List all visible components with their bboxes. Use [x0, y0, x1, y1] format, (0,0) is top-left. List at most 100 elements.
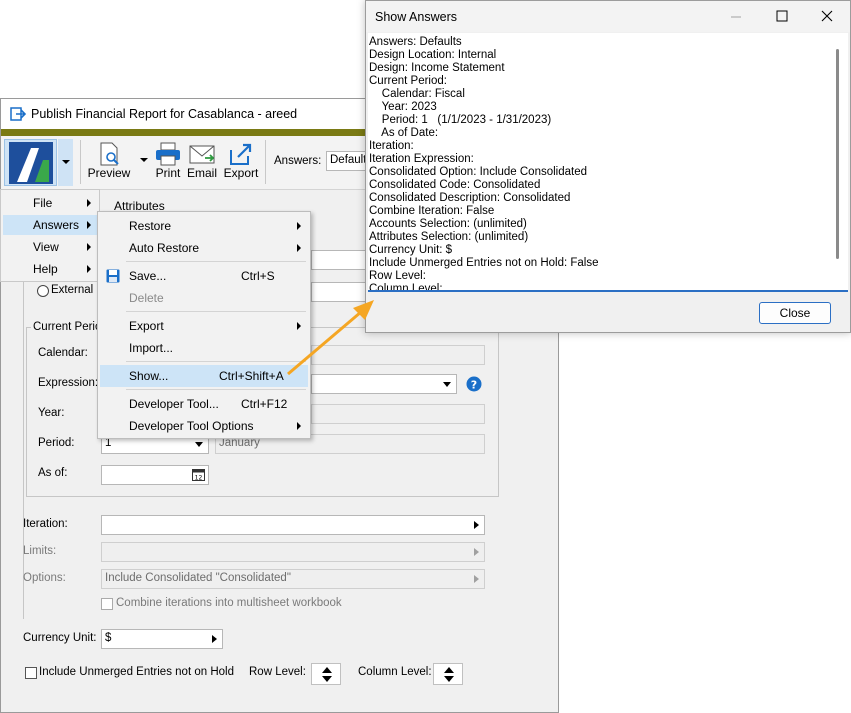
limits-label: Limits: — [23, 545, 57, 557]
menu-item-delete[interactable]: Delete — [100, 287, 308, 309]
menu-item-auto-restore[interactable]: Auto Restore — [100, 237, 308, 259]
answer-line: Consolidated Description: Consolidated — [369, 192, 571, 204]
year-field[interactable] — [311, 404, 485, 424]
svg-text:12: 12 — [195, 475, 203, 482]
currency-unit-field[interactable]: $ — [101, 629, 223, 649]
expression-select[interactable] — [311, 374, 457, 394]
combine-iterations-label: Combine iterations into multisheet workb… — [116, 597, 342, 609]
menu-item-restore[interactable]: Restore — [100, 215, 308, 237]
answer-line: Consolidated Code: Consolidated — [369, 179, 541, 191]
design-field[interactable] — [311, 282, 371, 302]
preview-icon — [100, 142, 119, 166]
app-logo-icon — [9, 142, 53, 184]
preview-label: Preview — [87, 166, 131, 180]
column-level-spinner[interactable] — [433, 663, 463, 685]
answers-scrollbar[interactable] — [836, 49, 839, 259]
menu-item-developer-tool[interactable]: Developer Tool... Ctrl+F12 — [100, 393, 308, 415]
answer-line: Attributes Selection: (unlimited) — [369, 231, 529, 243]
email-button[interactable]: Email — [186, 142, 218, 186]
chevron-down-icon — [62, 160, 70, 164]
print-button[interactable]: Print — [152, 142, 184, 186]
external-radio[interactable] — [37, 285, 49, 297]
developer-tool-shortcut: Ctrl+F12 — [241, 397, 288, 411]
close-icon[interactable] — [821, 10, 833, 22]
menu-item-import[interactable]: Import... — [100, 337, 308, 359]
menu-item-show[interactable]: Show... Ctrl+Shift+A — [100, 365, 308, 387]
as-of-date-field[interactable]: 12 — [101, 465, 209, 485]
options-value: Include Consolidated "Consolidated" — [105, 572, 291, 584]
app-menu-dropdown[interactable] — [58, 139, 73, 186]
answer-line: Iteration Expression: — [369, 153, 474, 165]
options-field[interactable]: Include Consolidated "Consolidated" — [101, 569, 485, 589]
as-of-label: As of: — [38, 467, 68, 479]
chevron-right-icon — [87, 221, 91, 229]
menu-item-save[interactable]: Save... Ctrl+S — [100, 265, 308, 287]
currency-unit-value: $ — [105, 632, 112, 644]
row-level-spinner[interactable] — [311, 663, 341, 685]
external-label: External — [51, 284, 94, 296]
currency-unit-label: Currency Unit: — [23, 632, 97, 644]
email-label: Email — [186, 166, 217, 180]
answer-line: Include Unmerged Entries not on Hold: Fa… — [369, 257, 599, 269]
answer-line: Accounts Selection: (unlimited) — [369, 218, 527, 230]
help-icon[interactable]: ? — [466, 376, 482, 392]
answer-line: Iteration: — [369, 140, 414, 152]
show-answers-dialog: Show Answers Answers: Defaults Design Loc… — [365, 0, 851, 333]
menu-item-help[interactable]: Help — [3, 259, 97, 279]
answer-line: Design: Income Statement — [369, 62, 505, 74]
answer-line: Currency Unit: $ — [369, 244, 453, 256]
export-label: Export — [223, 166, 259, 180]
print-icon — [156, 142, 180, 166]
answers-text-area[interactable]: Answers: Defaults Design Location: Intern… — [368, 33, 848, 292]
menu-item-developer-tool-options[interactable]: Developer Tool Options — [100, 415, 308, 437]
answer-line: Column Level: — [369, 283, 443, 292]
print-label: Print — [155, 166, 181, 180]
menu-item-file[interactable]: File — [3, 193, 97, 213]
iteration-label: Iteration: — [23, 518, 68, 530]
publish-window-title: Publish Financial Report for Casablanca … — [31, 107, 298, 121]
menu-item-view[interactable]: View — [3, 237, 97, 257]
export-button[interactable]: Export — [222, 142, 260, 186]
show-answers-titlebar[interactable]: Show Answers — [366, 1, 850, 32]
chevron-right-icon — [297, 322, 301, 330]
preview-dropdown-icon[interactable] — [140, 158, 148, 162]
answers-submenu: Restore Auto Restore Save... Ctrl+S Dele… — [97, 211, 311, 439]
email-icon — [189, 145, 215, 164]
answer-line: Answers: Defaults — [369, 36, 462, 48]
period-label: Period: — [38, 437, 75, 449]
design-location-field[interactable] — [311, 250, 371, 270]
answer-line: Year: 2023 — [369, 101, 437, 113]
answer-line: Combine Iteration: False — [369, 205, 495, 217]
minimize-icon[interactable] — [730, 11, 742, 23]
row-level-label: Row Level: — [249, 666, 306, 678]
include-unmerged-checkbox[interactable] — [25, 667, 37, 679]
app-menu-button[interactable] — [4, 139, 57, 186]
year-label: Year: — [38, 407, 65, 419]
export-icon — [230, 143, 252, 165]
menu-item-answers[interactable]: Answers — [3, 215, 97, 235]
chevron-right-icon — [297, 222, 301, 230]
chevron-right-icon — [297, 244, 301, 252]
calendar-icon[interactable]: 12 — [192, 468, 205, 481]
close-button[interactable]: Close — [759, 302, 831, 324]
options-label: Options: — [23, 572, 66, 584]
menu-item-export[interactable]: Export — [100, 315, 308, 337]
combine-iterations-checkbox[interactable] — [101, 598, 113, 610]
answer-line: Consolidated Option: Include Consolidate… — [369, 166, 588, 178]
current-period-label: Current Perio — [31, 321, 104, 333]
limits-field[interactable] — [101, 542, 485, 562]
chevron-right-icon — [297, 422, 301, 430]
show-answers-title: Show Answers — [375, 10, 457, 24]
maximize-icon[interactable] — [776, 10, 788, 22]
iteration-field[interactable] — [101, 515, 485, 535]
calendar-field[interactable] — [311, 345, 485, 365]
app-menu: File Answers View Help — [0, 189, 100, 282]
svg-text:?: ? — [471, 379, 477, 392]
chevron-right-icon — [87, 243, 91, 251]
show-shortcut: Ctrl+Shift+A — [219, 369, 284, 383]
save-icon — [106, 269, 120, 283]
answers-label: Answers: — [274, 155, 322, 167]
chevron-right-icon — [87, 199, 91, 207]
preview-button[interactable]: Preview — [87, 142, 131, 186]
answer-line: Row Level: — [369, 270, 426, 282]
